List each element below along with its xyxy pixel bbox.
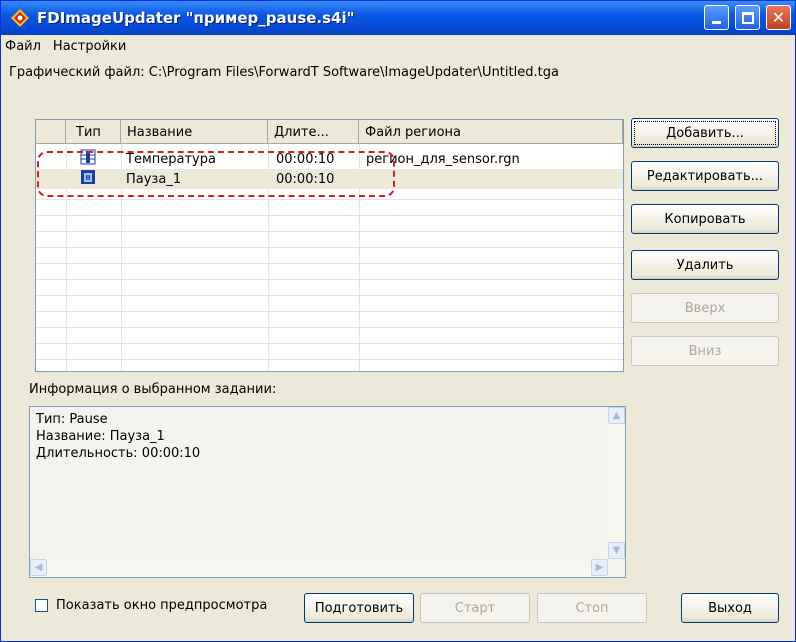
task-region: регион_для_sensor.rgn [366,151,520,167]
table-row[interactable]: Пауза_1 00:00:10 [36,169,623,189]
preview-checkbox-label: Показать окно предпросмотра [56,598,268,613]
title-bar[interactable]: FDImageUpdater "пример_pause.s4i" ✕ [1,1,795,35]
close-button[interactable]: ✕ [766,5,791,30]
task-name: Пауза_1 [126,171,182,187]
scroll-up-icon[interactable]: ▲ [608,407,625,424]
maximize-button[interactable] [735,5,760,30]
scroll-right-icon[interactable]: ▶ [591,559,608,576]
minimize-button[interactable] [704,5,729,30]
add-button[interactable]: Добавить... [631,118,779,148]
pause-icon [80,169,96,189]
info-line-type: Тип: Pause [36,412,108,427]
column-header-blank[interactable] [36,120,66,144]
info-label: Информация о выбранном задании: [29,382,277,397]
sensor-icon [80,149,96,169]
horizontal-scrollbar[interactable]: ◀ ▶ [30,559,608,577]
exit-button[interactable]: Выход [681,593,779,623]
stop-button[interactable]: Стоп [537,593,647,623]
move-up-button[interactable]: Вверх [631,293,779,323]
start-button[interactable]: Старт [420,593,530,623]
info-line-name: Название: Пауза_1 [36,429,165,444]
file-path-label: Графический файл: C:\Program Files\Forwa… [9,65,559,80]
column-header-type[interactable]: Тип [66,120,121,144]
task-name: Температура [126,151,216,167]
column-header-region[interactable]: Файл региона [359,120,623,144]
menu-file[interactable]: Файл [5,39,41,54]
menu-settings[interactable]: Настройки [53,39,126,54]
copy-button[interactable]: Копировать [631,204,779,234]
maximize-icon [741,11,754,24]
scroll-left-icon[interactable]: ◀ [30,559,47,576]
task-duration: 00:00:10 [276,171,335,187]
preview-checkbox-row[interactable]: Показать окно предпросмотра [35,598,267,613]
scroll-down-icon[interactable]: ▼ [608,542,625,559]
move-down-button[interactable]: Вниз [631,336,779,366]
app-icon [11,9,29,27]
prepare-button[interactable]: Подготовить [304,593,414,623]
task-list[interactable]: Тип Название Длите... Файл региона Темпе… [35,119,624,372]
edit-button[interactable]: Редактировать... [631,161,779,191]
column-header-name[interactable]: Название [121,120,268,144]
list-header: Тип Название Длите... Файл региона [36,120,623,144]
preview-checkbox[interactable] [35,599,48,612]
delete-button[interactable]: Удалить [631,250,779,280]
column-header-duration[interactable]: Длите... [268,120,359,144]
info-textbox[interactable]: Тип: Pause Название: Пауза_1 Длительност… [29,406,626,578]
minimize-icon [712,21,721,24]
vertical-scrollbar[interactable]: ▲ ▼ [608,407,625,559]
window-title: FDImageUpdater "пример_pause.s4i" [37,9,355,27]
menu-bar: Файл Настройки [1,35,795,57]
info-line-duration: Длительность: 00:00:10 [36,446,201,461]
app-window: FDImageUpdater "пример_pause.s4i" ✕ Файл… [0,0,796,642]
close-icon: ✕ [771,8,786,27]
table-row[interactable]: Температура 00:00:10 регион_для_sensor.r… [36,149,623,169]
task-duration: 00:00:10 [276,151,335,167]
